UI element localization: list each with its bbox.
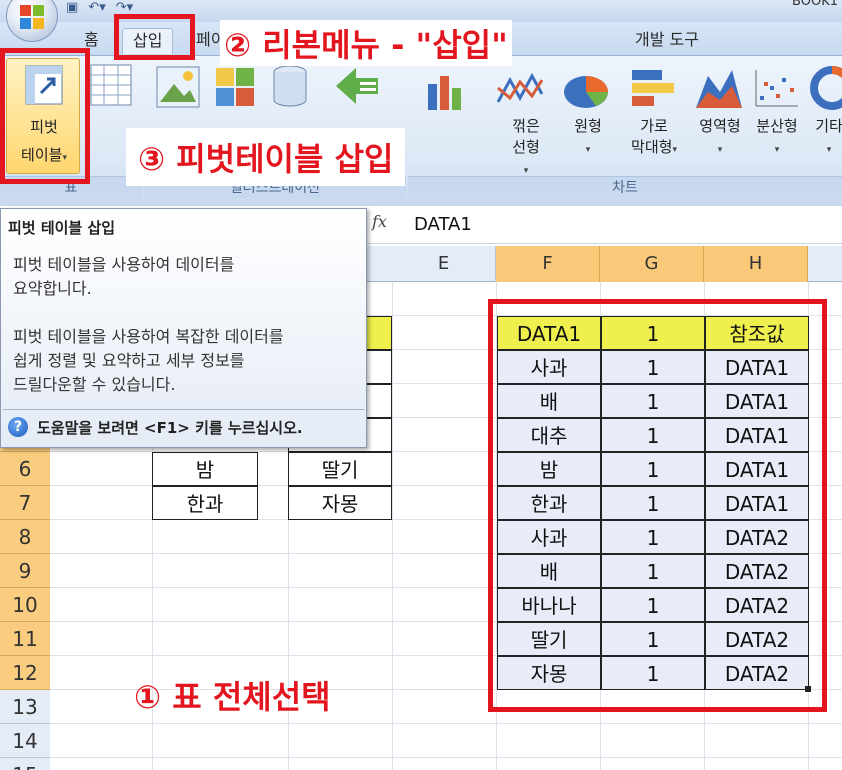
pivot-tooltip: 피벗 테이블 삽입 피벗 테이블을 사용하여 데이터를 요약합니다. 피벗 테이…	[0, 208, 367, 448]
row-header-14[interactable]: 14	[0, 724, 50, 758]
pie-chart-icon[interactable]	[562, 68, 610, 110]
bar-chart-label[interactable]: 가로 막대형▾	[618, 116, 690, 161]
annotation-step3: ③ 피벗테이블 삽입	[126, 128, 406, 186]
row-header-9[interactable]: 9	[0, 554, 50, 588]
row-header-13[interactable]: 13	[0, 690, 50, 724]
scatter-chart-label[interactable]: 분산형 ▾	[748, 116, 806, 161]
other-charts-label[interactable]: 기타 ▾	[814, 116, 842, 161]
cell-left-b[interactable]: 딸기	[288, 452, 392, 486]
clipart-icon[interactable]	[214, 66, 258, 108]
column-header-e[interactable]: E	[392, 246, 496, 282]
shapes-icon[interactable]	[270, 64, 310, 108]
tooltip-help-text: 도움말을 보려면 <F1> 키를 누르십시오.	[37, 419, 303, 437]
row-header-6[interactable]: 6	[0, 452, 50, 486]
tooltip-text: 요약합니다.	[13, 279, 92, 298]
line-chart-label[interactable]: 꺾은선형 ▾	[506, 116, 546, 182]
tooltip-text: 피벗 테이블을 사용하여 데이터를	[13, 255, 235, 274]
office-logo-icon	[20, 5, 44, 29]
table-selection-highlight	[488, 299, 827, 712]
column-chart-icon[interactable]	[424, 70, 468, 110]
area-chart-label[interactable]: 영역형 ▾	[692, 116, 748, 161]
insert-tab-highlight	[114, 14, 195, 60]
formula-input[interactable]: DATA1	[414, 214, 472, 235]
cell-left-a[interactable]: 밤	[152, 452, 258, 486]
row-header-12[interactable]: 12	[0, 656, 50, 690]
fx-icon[interactable]: fx	[372, 212, 396, 238]
smartart-icon[interactable]	[334, 66, 380, 108]
annotation-step1: ① 표 전체선택	[134, 678, 331, 716]
row-header-10[interactable]: 10	[0, 588, 50, 622]
tooltip-text: 쉽게 정렬 및 요약하고 세부 정보를	[13, 351, 245, 370]
row-header-15[interactable]: 15	[0, 758, 50, 770]
row-header-7[interactable]: 7	[0, 486, 50, 520]
help-icon: ?	[8, 417, 28, 437]
tab-developer[interactable]: 개발 도구	[635, 28, 699, 54]
other-charts-icon[interactable]	[810, 66, 842, 110]
column-header-h[interactable]: H	[704, 246, 808, 282]
line-chart-icon[interactable]	[496, 68, 544, 110]
tooltip-title: 피벗 테이블 삽입	[8, 219, 116, 237]
picture-icon[interactable]	[156, 66, 200, 108]
grid-line	[50, 723, 842, 724]
annotation-step2: ② 리본메뉴 - "삽입"	[220, 20, 512, 66]
column-header-f[interactable]: F	[496, 246, 600, 282]
bar-chart-icon[interactable]	[630, 68, 678, 110]
window-title: BOOK1	[792, 0, 838, 9]
area-chart-icon[interactable]	[694, 66, 744, 110]
column-header-g[interactable]: G	[600, 246, 704, 282]
row-header-11[interactable]: 11	[0, 622, 50, 656]
row-header-8[interactable]: 8	[0, 520, 50, 554]
tooltip-divider	[3, 409, 364, 410]
table-icon[interactable]	[90, 64, 132, 106]
scatter-chart-icon[interactable]	[754, 68, 800, 108]
charts-group-label: 차트	[408, 176, 842, 198]
undo-icon[interactable]: ↶▾	[88, 0, 105, 18]
grid-line	[50, 757, 842, 758]
cell-left-a[interactable]: 한과	[152, 486, 258, 520]
tooltip-text: 드릴다운할 수 있습니다.	[13, 375, 176, 394]
pivot-button-highlight	[0, 48, 90, 184]
cell-left-b[interactable]: 자몽	[288, 486, 392, 520]
tooltip-text: 피벗 테이블을 사용하여 복잡한 데이터를	[13, 327, 284, 346]
grid-line	[392, 282, 393, 770]
save-icon[interactable]: ▣	[66, 0, 78, 18]
pie-chart-label[interactable]: 원형 ▾	[568, 116, 608, 161]
